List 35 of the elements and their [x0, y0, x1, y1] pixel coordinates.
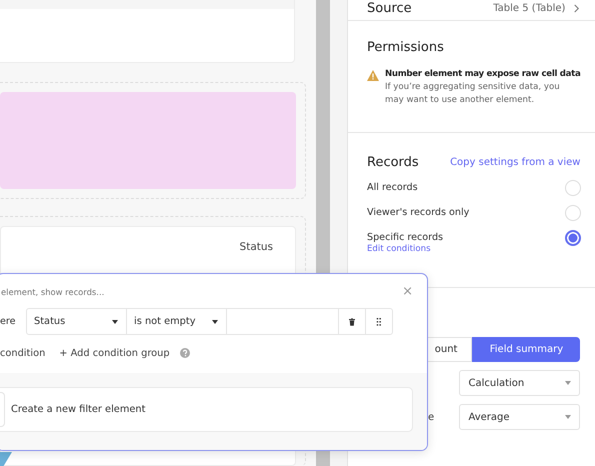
help-icon[interactable] — [180, 348, 190, 358]
dropdown[interactable]: Calculation — [459, 370, 580, 396]
dropdown[interactable]: Average — [459, 404, 580, 430]
warning-icon — [367, 70, 379, 81]
chevron-icon[interactable] — [573, 4, 580, 12]
condition-field-group[interactable]: Status is not empty — [26, 308, 393, 335]
warning-text: If you’re aggregating sensitive data, you may want to use another element. — [385, 81, 561, 107]
add-condition-link[interactable]: + Add condition group — [59, 348, 170, 358]
field-label: e — [428, 412, 434, 422]
column-header[interactable]: Status — [240, 241, 273, 255]
field-select[interactable]: Status — [27, 309, 127, 334]
add-condition-link[interactable]: condition — [0, 348, 46, 358]
drag-icon — [376, 318, 382, 326]
warning-title: Number element may expose raw cell data — [385, 69, 580, 79]
popover-hint: element, show records... — [1, 286, 104, 296]
operator-select[interactable]: is not empty — [127, 309, 227, 334]
caret-icon — [212, 320, 218, 324]
option-label: Specific records — [367, 232, 444, 243]
trash-icon — [349, 318, 355, 326]
option-label: Viewer's records only — [367, 207, 470, 218]
segment-tab[interactable]: Field summary — [472, 337, 580, 362]
option-label: All records — [367, 182, 418, 193]
copy-settings-link[interactable]: Copy settings from a view — [450, 157, 580, 168]
create-filter-option[interactable]: Create a new filter element — [0, 387, 413, 432]
section-title: Source — [367, 0, 412, 16]
radio-button[interactable] — [565, 230, 582, 246]
edit-conditions-link[interactable]: Edit conditions — [367, 244, 444, 254]
option-label: Create a new filter element — [11, 404, 146, 415]
caret-icon — [565, 415, 572, 419]
section-title: Records — [367, 155, 419, 170]
condition-prefix: ere — [0, 316, 17, 327]
source-value[interactable]: Table 5 (Table) — [493, 2, 566, 14]
caret-icon — [565, 381, 572, 385]
caret-icon — [112, 320, 118, 324]
section-title: Permissions — [367, 40, 445, 55]
